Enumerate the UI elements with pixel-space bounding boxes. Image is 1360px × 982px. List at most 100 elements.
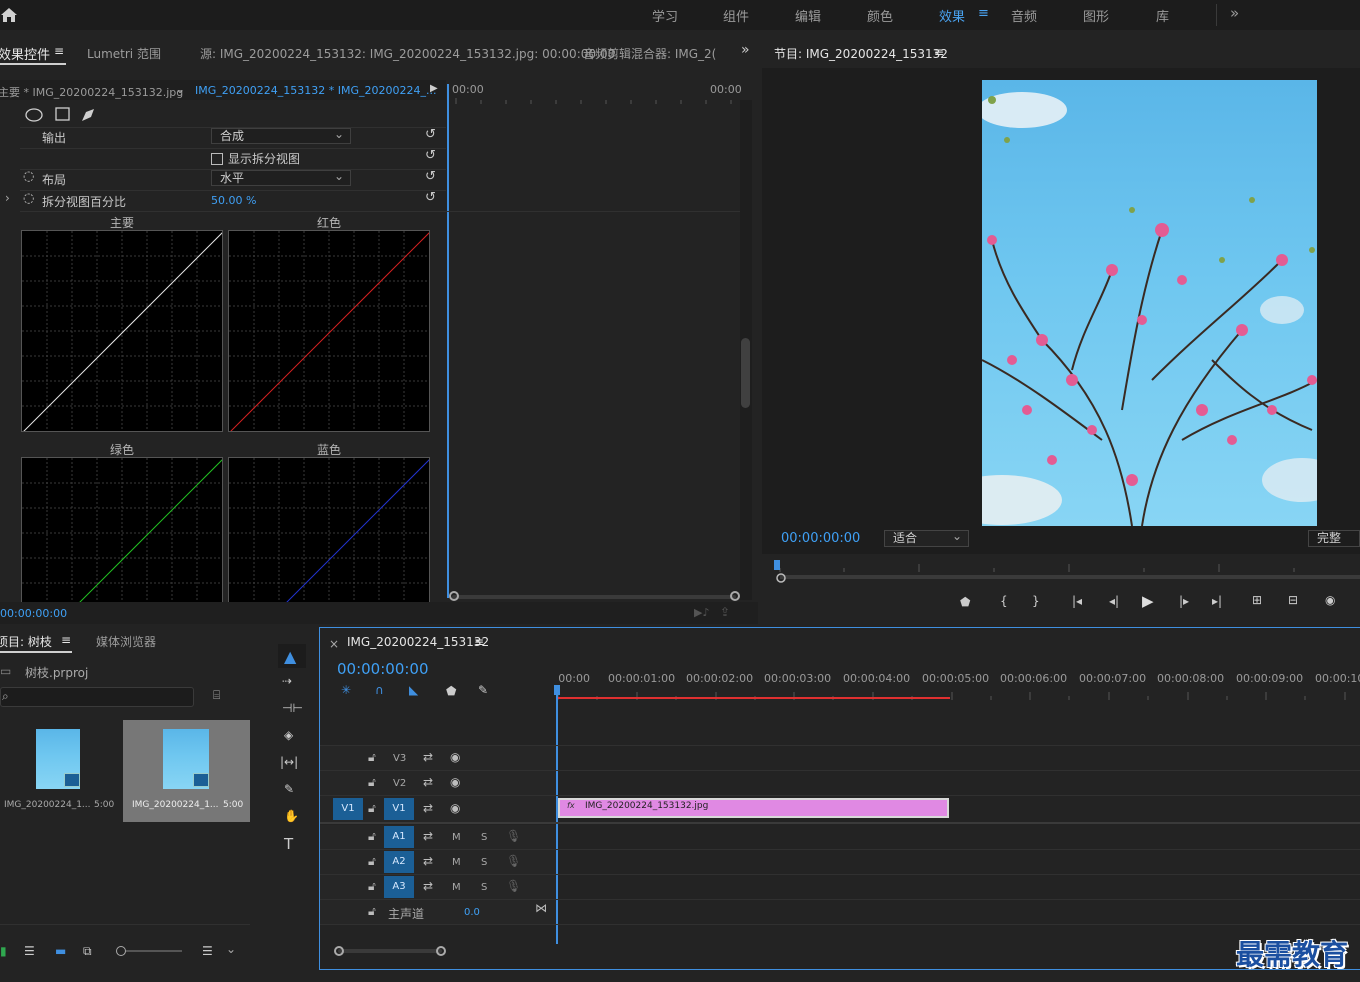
va-divider[interactable] — [320, 822, 1360, 824]
curve-green[interactable] — [21, 457, 223, 603]
tab-media-browser[interactable]: 媒体浏览器 — [96, 633, 156, 650]
lock-icon[interactable]: 🔓︎ — [368, 904, 376, 919]
split-view-checkbox[interactable] — [211, 153, 223, 165]
master-volume-value[interactable]: 0.0 — [464, 907, 480, 918]
program-timecode[interactable]: 00:00:00:00 — [781, 531, 860, 546]
ec-scrollbar-thumb[interactable] — [741, 338, 750, 408]
new-bin-icon[interactable]: ⌸ — [213, 688, 220, 703]
go-to-in-icon[interactable]: |◂ — [1072, 594, 1082, 608]
reset-icon[interactable]: ↺ — [425, 190, 436, 205]
close-icon[interactable]: × — [329, 637, 339, 651]
track-select-icon[interactable]: ⇢ — [282, 674, 292, 688]
project-item[interactable]: IMG_20200224_1... 5:00 — [0, 720, 122, 822]
track-target-a1[interactable]: A1 — [384, 826, 414, 848]
chevron-down-icon[interactable]: ⌄ — [226, 942, 236, 956]
curve-master[interactable] — [21, 230, 223, 432]
timeline-zoom-handle-right[interactable] — [436, 946, 446, 956]
program-title[interactable]: 节目: IMG_20200224_153132 — [774, 45, 948, 62]
type-tool-icon[interactable]: T — [284, 835, 293, 853]
sync-lock-icon[interactable]: ⇄ — [423, 750, 433, 764]
mic-icon[interactable]: 🎙︎ — [506, 854, 521, 868]
tab-audio-clip-mixer[interactable]: 音频剪辑混合器: IMG_2( — [583, 45, 719, 62]
home-icon[interactable] — [0, 7, 18, 23]
camera-icon[interactable]: ◉ — [1325, 593, 1335, 607]
extract-icon[interactable]: ⊟ — [1288, 593, 1298, 607]
sync-lock-icon[interactable]: ⇄ — [423, 854, 433, 868]
sync-lock-icon[interactable]: ⇄ — [423, 801, 433, 815]
ws-effects-menu-icon[interactable]: ≡ — [978, 6, 989, 21]
split-percent-value[interactable]: 50.00 % — [211, 194, 256, 207]
sync-lock-icon[interactable]: ⇄ — [423, 829, 433, 843]
step-forward-icon[interactable]: |▸ — [1179, 594, 1189, 608]
selection-tool-icon[interactable]: ▲ — [284, 647, 296, 666]
lock-icon[interactable]: ▮ — [0, 944, 7, 958]
solo-button[interactable]: S — [481, 882, 487, 893]
layout-dropdown[interactable]: 水平 — [211, 169, 351, 186]
snap-icon[interactable]: ∩ — [375, 683, 384, 697]
mute-button[interactable]: M — [452, 857, 461, 868]
stopwatch-icon[interactable]: ◌ — [23, 169, 34, 184]
tab-source[interactable]: 源: IMG_20200224_153132: IMG_20200224_153… — [200, 45, 615, 62]
ec-playhead[interactable] — [447, 84, 449, 598]
lock-icon[interactable]: 🔓︎ — [368, 829, 376, 844]
master-clip-label[interactable]: 主要 * IMG_20200224_153132.jpg — [0, 84, 183, 100]
ec-zoom-scrollbar[interactable] — [452, 595, 736, 599]
list-view-icon[interactable]: ☰ — [24, 944, 35, 958]
reset-icon[interactable]: ↺ — [425, 127, 436, 142]
timeline-clip[interactable]: fx IMG_20200224_153132.jpg — [558, 798, 949, 818]
ec-zoom-handle-left[interactable] — [449, 591, 459, 601]
wrench-icon[interactable]: ✎ — [478, 683, 488, 697]
mic-icon[interactable]: 🎙︎ — [506, 829, 521, 843]
ripple-edit-icon[interactable]: ⊣⊢ — [282, 701, 303, 715]
go-to-out-icon[interactable]: ▸| — [1212, 594, 1222, 608]
export-icon[interactable]: ⇪ — [720, 605, 730, 619]
sync-lock-icon[interactable]: ⇄ — [423, 775, 433, 789]
zoom-slider-track[interactable] — [126, 950, 182, 952]
ec-timecode[interactable]: 00:00:00:00 — [0, 607, 67, 620]
eye-icon[interactable]: ◉ — [450, 801, 460, 815]
add-marker-icon[interactable]: ⬟ — [446, 684, 456, 698]
hand-tool-icon[interactable]: ✋ — [284, 809, 299, 823]
panel-more-icon[interactable]: » — [741, 42, 750, 58]
lock-icon[interactable]: 🔓︎ — [368, 750, 376, 765]
marker-icon[interactable]: ⬟ — [960, 595, 970, 609]
freeform-view-icon[interactable]: ⧉ — [83, 944, 92, 959]
razor-icon[interactable]: ◈ — [284, 728, 293, 742]
nest-icon[interactable]: ✳ — [341, 683, 351, 697]
playhead-handle[interactable] — [554, 685, 560, 695]
play-icon[interactable]: ▶ — [430, 83, 438, 94]
mark-in-icon[interactable]: { — [1000, 594, 1008, 608]
track-target-a3[interactable]: A3 — [384, 876, 414, 898]
ws-more-icon[interactable]: » — [1230, 4, 1239, 22]
lock-icon[interactable]: 🔓︎ — [368, 775, 376, 790]
quality-dropdown[interactable]: 完整 — [1308, 530, 1360, 547]
track-target-a2[interactable]: A2 — [384, 851, 414, 873]
eye-icon[interactable]: ◉ — [450, 775, 460, 789]
ws-editing[interactable]: 编辑 — [795, 6, 821, 25]
timeline-zoom-bar[interactable] — [338, 949, 442, 953]
ws-audio[interactable]: 音频 — [1011, 6, 1037, 25]
sequence-menu-icon[interactable]: ≡ — [474, 635, 484, 649]
tab-project[interactable]: 项目: 树枝 — [0, 633, 52, 650]
fit-dropdown[interactable]: 适合 — [884, 529, 969, 547]
eye-icon[interactable]: ◉ — [450, 750, 460, 764]
tab-lumetri-scopes[interactable]: Lumetri 范围 — [87, 45, 161, 62]
timeline-ruler[interactable] — [556, 686, 1360, 702]
sequence-tab[interactable]: IMG_20200224_153132 — [347, 635, 489, 649]
ws-libraries[interactable]: 库 — [1156, 6, 1169, 25]
ec-zoom-handle-right[interactable] — [730, 591, 740, 601]
ws-learn[interactable]: 学习 — [652, 6, 678, 25]
curve-red[interactable] — [228, 230, 430, 432]
work-area-bar[interactable] — [558, 697, 950, 699]
zoom-slider-handle[interactable] — [116, 946, 126, 956]
project-item-selected[interactable]: IMG_20200224_1... 5:00 — [123, 720, 250, 822]
linked-selection-icon[interactable]: ◣ — [409, 683, 418, 697]
program-menu-icon[interactable]: ≡ — [934, 45, 944, 59]
reset-icon[interactable]: ↺ — [425, 169, 436, 184]
project-search-input[interactable] — [0, 687, 194, 707]
sync-lock-icon[interactable]: ⇄ — [423, 879, 433, 893]
mic-icon[interactable]: 🎙︎ — [506, 879, 521, 893]
ws-assembly[interactable]: 组件 — [723, 6, 749, 25]
icon-view-icon[interactable]: ▬ — [55, 944, 66, 958]
lock-icon[interactable]: 🔓︎ — [368, 854, 376, 869]
